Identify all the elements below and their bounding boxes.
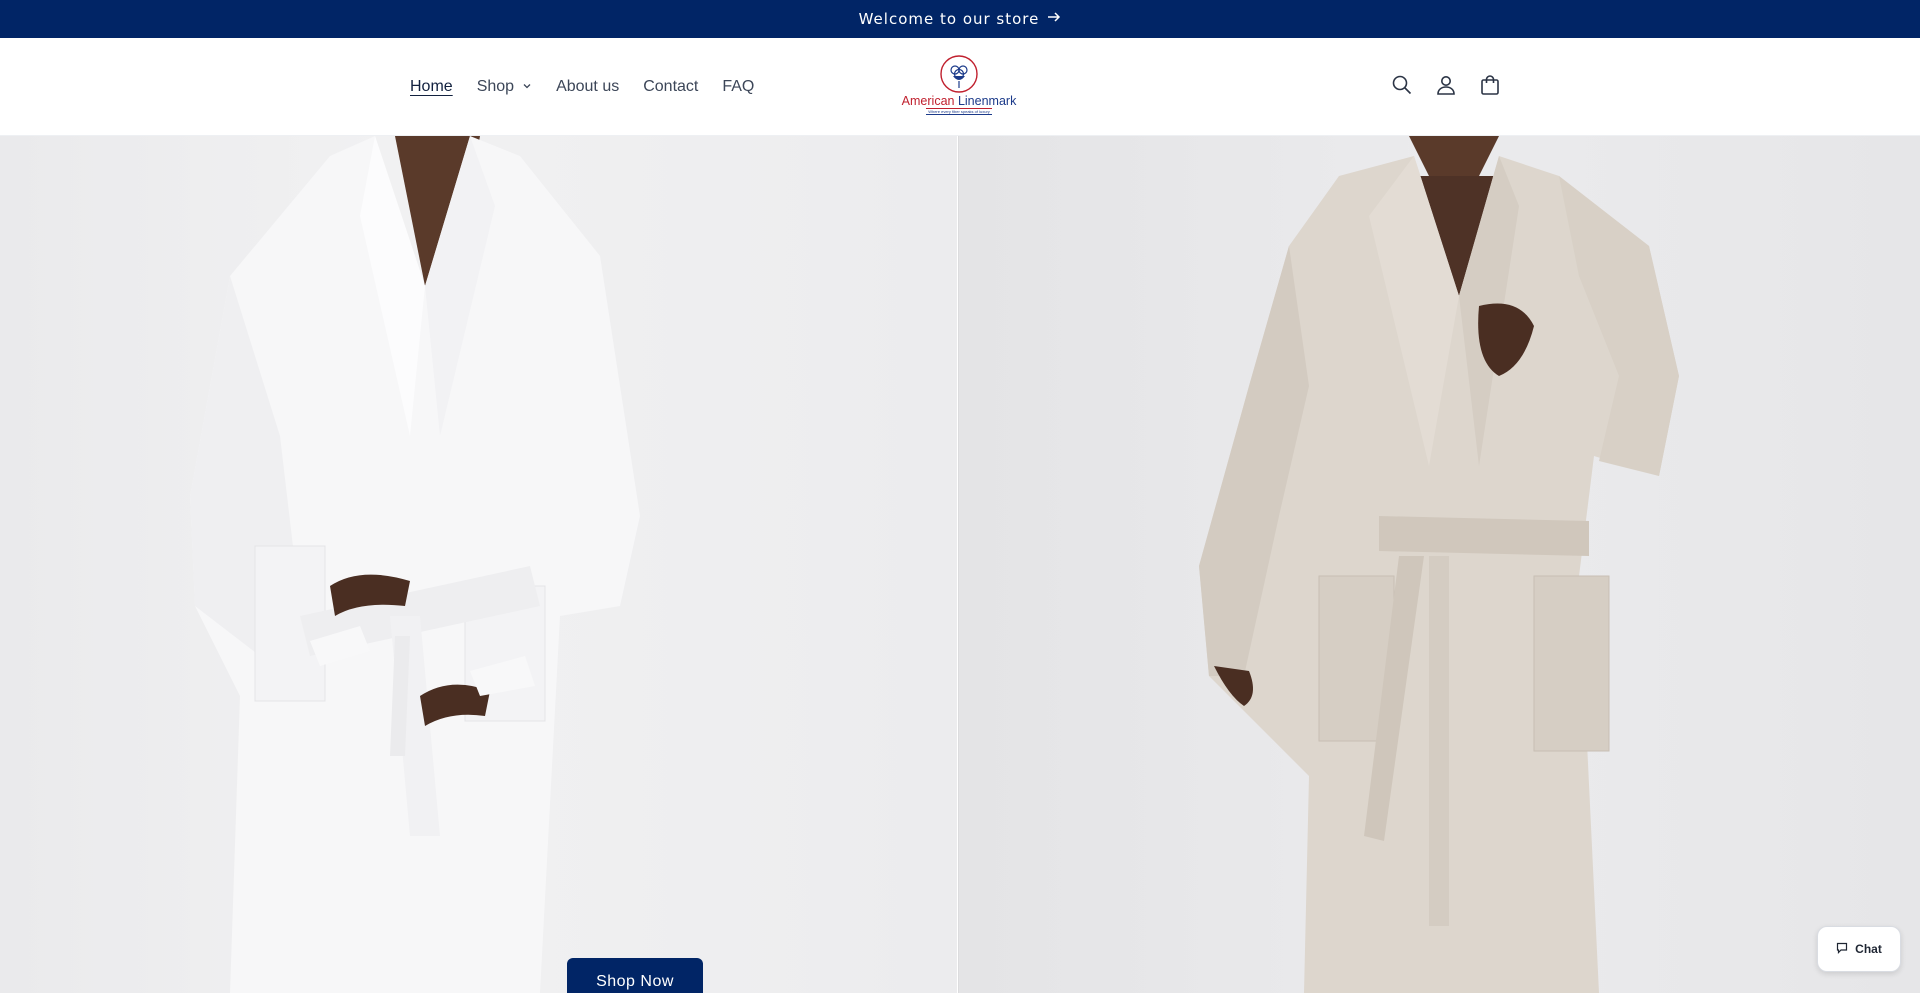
account-button[interactable]	[1434, 75, 1458, 99]
search-icon	[1391, 74, 1413, 101]
account-icon	[1435, 74, 1457, 101]
cart-button[interactable]	[1478, 74, 1502, 101]
logo-wordmark: American Linenmark	[901, 94, 1017, 108]
shop-now-button[interactable]: Shop Now	[567, 958, 703, 993]
main-nav: Home Shop About us Contact FAQ	[410, 38, 754, 136]
nav-item-label: FAQ	[722, 78, 755, 95]
nav-item-label: Shop	[476, 78, 515, 95]
nav-item-about[interactable]: About us	[556, 78, 619, 96]
search-button[interactable]	[1390, 75, 1414, 99]
chat-label: Chat	[1855, 942, 1882, 956]
nav-item-label: About us	[556, 78, 620, 95]
arrow-right-icon	[1047, 10, 1061, 28]
nav-item-label: Home	[410, 78, 453, 95]
nav-item-faq[interactable]: FAQ	[722, 78, 754, 96]
cart-icon	[1479, 74, 1501, 101]
chat-button[interactable]: Chat	[1817, 926, 1901, 972]
site-logo[interactable]: American Linenmark Where every fiber spe…	[900, 54, 1018, 115]
chevron-down-icon	[522, 78, 532, 96]
announcement-text: Welcome to our store	[858, 10, 1040, 28]
nav-item-contact[interactable]: Contact	[643, 78, 698, 96]
hero-image-white-robe	[0, 136, 957, 993]
nav-item-shop[interactable]: Shop	[477, 78, 532, 96]
site-header: Home Shop About us Contact FAQ American …	[0, 38, 1920, 136]
nav-item-label: Contact	[643, 78, 699, 95]
cotton-logo-icon	[939, 54, 979, 94]
announcement-link[interactable]: Welcome to our store	[859, 10, 1062, 28]
announcement-bar: Welcome to our store	[0, 0, 1920, 38]
nav-item-home[interactable]: Home	[410, 78, 453, 96]
hero-banner: Shop Now	[0, 136, 1920, 993]
hero-image-beige-robe	[958, 136, 1920, 993]
header-icons	[1390, 38, 1502, 136]
chat-bubble-icon	[1836, 942, 1848, 957]
logo-tagline: Where every fiber speaks of luxury	[926, 108, 992, 115]
